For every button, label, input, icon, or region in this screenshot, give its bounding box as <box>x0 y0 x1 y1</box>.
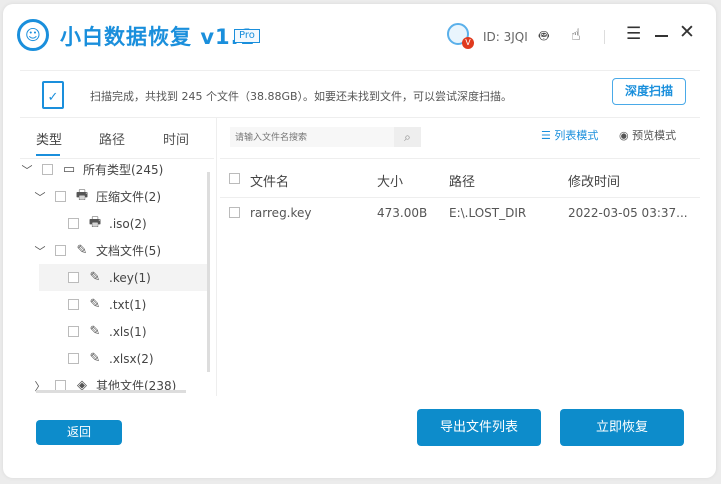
tree-checkbox[interactable] <box>68 272 79 283</box>
tree-vertical-scrollbar[interactable] <box>207 172 210 372</box>
file-path: E:\.LOST_DIR <box>449 206 527 220</box>
tree-item[interactable]: ﹀ 🖶︎ 压缩文件(2) <box>20 183 210 210</box>
document-icon: ✎ <box>89 351 101 366</box>
export-list-button[interactable]: 导出文件列表 <box>417 409 541 446</box>
tree-item-label: .xlsx(2) <box>109 351 154 366</box>
panel-divider <box>216 118 217 396</box>
tab-type[interactable]: 类型 <box>36 129 62 148</box>
tab-path[interactable]: 路径 <box>99 129 125 148</box>
tree-item[interactable]: 〉 ◈ 其他文件(238) <box>20 372 210 399</box>
recover-now-button[interactable]: 立即恢复 <box>560 409 684 446</box>
tree-item[interactable]: ✎ .txt(1) <box>20 291 210 318</box>
document-icon: ✎ <box>76 243 88 258</box>
file-size: 473.00B <box>377 206 428 220</box>
column-header-size[interactable]: 大小 <box>377 171 403 190</box>
app-title: 小白数据恢复 v1.1 <box>60 25 256 49</box>
tree-checkbox[interactable] <box>55 191 66 202</box>
tree-item[interactable]: ﹀ ✎ 文档文件(5) <box>20 237 210 264</box>
app-window: ☺ 小白数据恢复 v1.1 Pro V ID: 3JQI 🤖︎ ☝ ☰ ✕ ✓ … <box>3 4 716 478</box>
tree-item[interactable]: ✎ .xls(1) <box>20 318 210 345</box>
tree-item-label: .xls(1) <box>109 324 147 339</box>
file-name: rarreg.key <box>250 206 312 220</box>
chevron-down-icon[interactable]: ﹀ <box>33 189 47 205</box>
document-icon: ✎ <box>89 324 101 339</box>
tree-item[interactable]: ✎ .key(1) <box>39 264 210 291</box>
tree-checkbox[interactable] <box>42 164 53 175</box>
column-header-path[interactable]: 路径 <box>449 171 475 190</box>
pro-badge: Pro <box>234 29 260 43</box>
tree-checkbox[interactable] <box>55 245 66 256</box>
divider <box>220 158 700 159</box>
user-id: ID: 3JQI <box>483 30 528 44</box>
file-check-icon: ✓ <box>42 81 64 109</box>
tree-item-label: 所有类型(245) <box>83 163 164 177</box>
vip-badge: V <box>462 37 474 49</box>
tree-checkbox[interactable] <box>68 218 79 229</box>
minimize-icon[interactable] <box>655 35 668 37</box>
tree-horizontal-scrollbar[interactable] <box>36 390 186 393</box>
logo-icon: ☺ <box>17 19 49 51</box>
tree-item-label: .key(1) <box>109 270 151 285</box>
tree-item-label: .txt(1) <box>109 297 147 312</box>
menu-icon[interactable]: ☰ <box>626 24 641 44</box>
tree-checkbox[interactable] <box>68 299 79 310</box>
row-checkbox[interactable] <box>229 207 240 218</box>
preview-mode-label: 预览模式 <box>632 129 677 142</box>
tree-checkbox[interactable] <box>68 353 79 364</box>
list-mode-button[interactable]: ☰ 列表模式 <box>541 127 598 143</box>
close-icon[interactable]: ✕ <box>679 21 695 43</box>
divider <box>604 30 605 44</box>
chevron-down-icon[interactable]: ﹀ <box>33 243 47 259</box>
preview-mode-button[interactable]: ◉ 预览模式 <box>619 127 676 143</box>
column-header-name[interactable]: 文件名 <box>250 171 289 190</box>
tree-item-label: 压缩文件(2) <box>96 190 161 204</box>
tree-item-label: .iso(2) <box>109 216 147 231</box>
list-mode-label: 列表模式 <box>554 129 599 142</box>
drive-icon: ▭ <box>62 162 76 177</box>
tree-checkbox[interactable] <box>68 326 79 337</box>
select-all-checkbox[interactable] <box>229 173 240 184</box>
search-box: ⌕ <box>230 127 421 147</box>
robot-icon[interactable]: 🤖︎ <box>539 26 549 48</box>
chevron-down-icon[interactable]: ﹀ <box>20 162 34 178</box>
column-header-modified[interactable]: 修改时间 <box>568 171 620 190</box>
tree-item[interactable]: ✎ .xlsx(2) <box>20 345 210 372</box>
document-icon: ✎ <box>89 270 101 285</box>
archive-icon: 🖶︎ <box>75 187 89 203</box>
archive-icon: 🖶︎ <box>88 214 102 230</box>
tree-item[interactable]: 🖶︎ .iso(2) <box>20 210 210 237</box>
divider <box>20 117 700 118</box>
search-icon[interactable]: ⌕ <box>394 127 421 147</box>
tree-item[interactable]: ﹀ ▭ 所有类型(245) <box>20 156 210 183</box>
divider <box>220 197 700 198</box>
divider <box>20 70 700 71</box>
file-modified: 2022-03-05 03:37... <box>568 206 688 220</box>
deep-scan-button[interactable]: 深度扫描 <box>612 78 686 105</box>
tab-time[interactable]: 时间 <box>163 129 189 148</box>
document-icon: ✎ <box>89 297 101 312</box>
tree-item-label: 文档文件(5) <box>96 244 161 258</box>
hand-pointer-icon[interactable]: ☝ <box>571 25 581 44</box>
search-input[interactable] <box>230 127 394 147</box>
back-button[interactable]: 返回 <box>36 420 122 445</box>
scan-status-text: 扫描完成，共找到 245 个文件（38.88GB）。如要还未找到文件，可以尝试深… <box>90 90 513 103</box>
